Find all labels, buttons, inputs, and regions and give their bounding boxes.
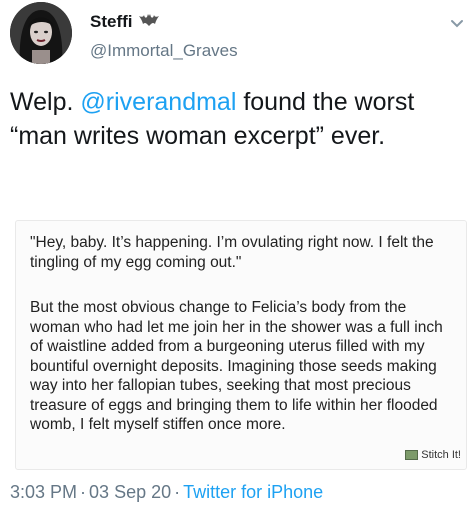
chevron-down-icon[interactable] [448, 14, 466, 32]
avatar-image [10, 2, 72, 64]
avatar[interactable] [10, 2, 72, 64]
tweet-header: Steffi @Immortal_Graves [10, 0, 466, 74]
excerpt-paragraph-2: But the most obvious change to Felicia’s… [30, 299, 443, 433]
tweet-text: Welp. @riverandmal found the worst “man … [10, 85, 466, 153]
tweet-meta: 3:03 PM · 03 Sep 20 · Twitter for iPhone [10, 482, 323, 503]
tweet-date[interactable]: 03 Sep 20 [89, 482, 171, 502]
excerpt-paragraph-1: "Hey, baby. It’s happening. I’m ovulatin… [30, 234, 434, 271]
tweet-time[interactable]: 3:03 PM [10, 482, 77, 502]
stitch-icon [405, 450, 419, 460]
source-link[interactable]: Twitter for iPhone [183, 482, 323, 502]
bat-icon [138, 13, 159, 31]
watermark: Stitch It! [405, 449, 461, 461]
quoted-excerpt-image[interactable]: "Hey, baby. It’s happening. I’m ovulatin… [15, 220, 467, 470]
mention-link[interactable]: @riverandmal [80, 88, 236, 116]
name-row: Steffi [90, 12, 159, 32]
separator: · [80, 482, 87, 502]
display-name[interactable]: Steffi [90, 12, 133, 32]
handle[interactable]: @Immortal_Graves [90, 41, 238, 61]
tweet-text-before: Welp. [10, 88, 81, 116]
watermark-label: Stitch It! [421, 449, 461, 461]
separator: · [174, 482, 181, 502]
